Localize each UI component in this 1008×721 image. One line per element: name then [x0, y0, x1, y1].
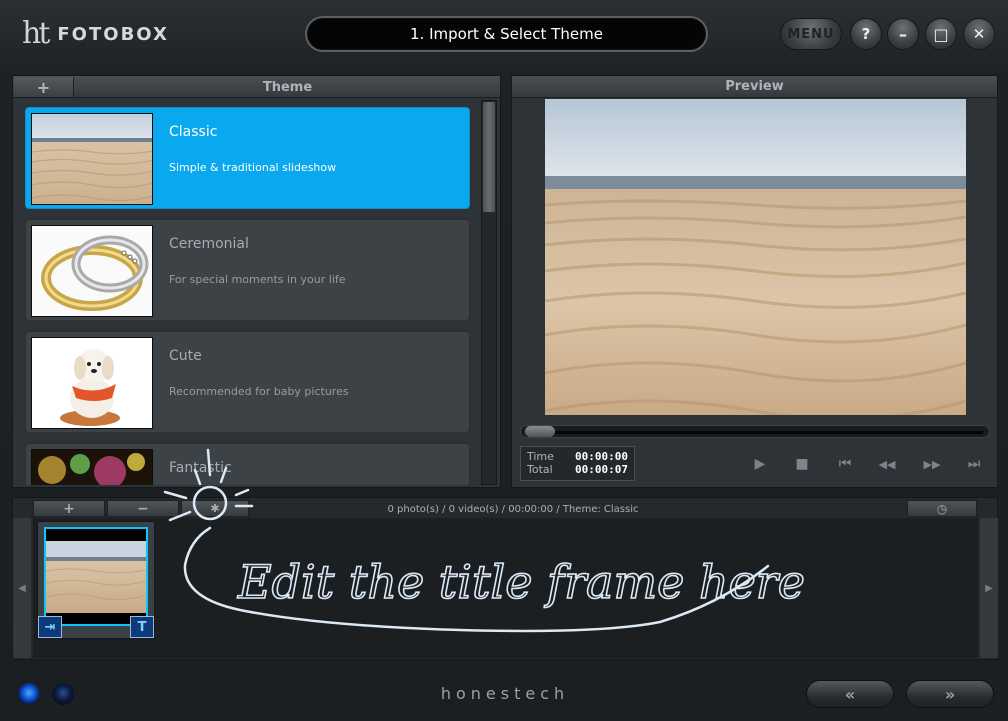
help-button[interactable]: ?: [850, 18, 882, 50]
storyboard-remove-button[interactable]: −: [107, 500, 179, 517]
storyboard-add-button[interactable]: +: [33, 500, 105, 517]
time-display: Time 00:00:00 Total 00:00:07: [520, 446, 635, 481]
minimize-button[interactable]: –: [887, 18, 919, 50]
play-icon[interactable]: ▶: [748, 454, 772, 474]
app-logo: ht FOTOBOX: [22, 18, 169, 50]
seek-bar-knob[interactable]: [525, 426, 555, 437]
storyboard-effect-button[interactable]: ✱: [181, 500, 249, 517]
theme-scrollbar[interactable]: [481, 100, 497, 485]
theme-thumbnail-rings: [31, 225, 153, 317]
preview-panel-title: Preview: [512, 76, 997, 98]
theme-item-fantastic[interactable]: Fantastic: [25, 443, 470, 485]
theme-description: Simple & traditional slideshow: [169, 161, 337, 174]
storyboard-area: ⇥ T: [33, 518, 978, 658]
skip-first-icon[interactable]: ⏮: [833, 454, 857, 474]
theme-name: Ceremonial: [169, 236, 249, 252]
theme-description: Recommended for baby pictures: [169, 385, 349, 398]
theme-name: Fantastic: [169, 460, 232, 476]
brand-label: honestech: [440, 684, 570, 703]
app-name: FOTOBOX: [57, 23, 169, 45]
seek-bar-line: [533, 431, 983, 434]
status-light-active: [18, 683, 40, 705]
storyboard-info: 0 photo(s) / 0 video(s) / 00:00:00 / The…: [387, 504, 639, 515]
logo-mark: ht: [22, 16, 50, 51]
status-light-inactive: [52, 683, 74, 705]
total-label: Total: [527, 463, 553, 476]
storyboard-scroll-left[interactable]: ◀: [13, 518, 31, 658]
text-title-icon[interactable]: T: [130, 616, 154, 638]
rewind-icon[interactable]: ◀◀: [875, 454, 899, 474]
storyboard-scroll-right[interactable]: ▶: [980, 518, 998, 658]
theme-thumbnail-beach: [31, 113, 153, 205]
stop-icon[interactable]: ■: [790, 454, 814, 474]
theme-description: For special moments in your life: [169, 273, 346, 286]
clock-icon[interactable]: ◷: [907, 500, 977, 517]
theme-panel: + Theme Classic Simple & traditional sli…: [12, 75, 501, 488]
theme-thumbnail-fantastic: [31, 449, 153, 485]
theme-panel-title: Theme: [262, 79, 313, 95]
fotobox-window: ht FOTOBOX 1. Import & Select Theme MENU…: [0, 0, 1008, 721]
theme-list: Classic Simple & traditional slideshow C…: [25, 107, 472, 485]
add-theme-button[interactable]: +: [14, 77, 74, 97]
seek-bar[interactable]: [520, 425, 990, 438]
step-title: 1. Import & Select Theme: [305, 16, 708, 52]
theme-scrollbar-thumb[interactable]: [483, 102, 495, 212]
preview-panel: Preview Time 00:00:00 Total 00:00:07 ▶ ■…: [511, 75, 998, 488]
theme-item-classic[interactable]: Classic Simple & traditional slideshow: [25, 107, 470, 209]
import-frame-icon[interactable]: ⇥: [38, 616, 62, 638]
theme-item-cute[interactable]: Cute Recommended for baby pictures: [25, 331, 470, 433]
theme-name: Classic: [169, 124, 218, 140]
time-value: 00:00:00: [575, 450, 628, 463]
maximize-button[interactable]: □: [925, 18, 957, 50]
menu-button[interactable]: MENU: [780, 18, 842, 50]
total-value: 00:00:07: [575, 463, 628, 476]
fast-forward-icon[interactable]: ▶▶: [920, 454, 944, 474]
theme-name: Cute: [169, 348, 202, 364]
next-step-button[interactable]: »: [906, 680, 994, 708]
time-label: Time: [527, 450, 554, 463]
close-button[interactable]: ✕: [963, 18, 995, 50]
theme-thumbnail-puppy: [31, 337, 153, 429]
skip-last-icon[interactable]: ⏭: [962, 454, 986, 474]
title-frame-thumbnail: [44, 527, 148, 626]
previous-step-button[interactable]: «: [806, 680, 894, 708]
theme-item-ceremonial[interactable]: Ceremonial For special moments in your l…: [25, 219, 470, 321]
title-frame[interactable]: ⇥ T: [37, 521, 155, 639]
storyboard-panel: + − ✱ 0 photo(s) / 0 video(s) / 00:00:00…: [12, 497, 998, 660]
preview-image: [545, 99, 966, 415]
